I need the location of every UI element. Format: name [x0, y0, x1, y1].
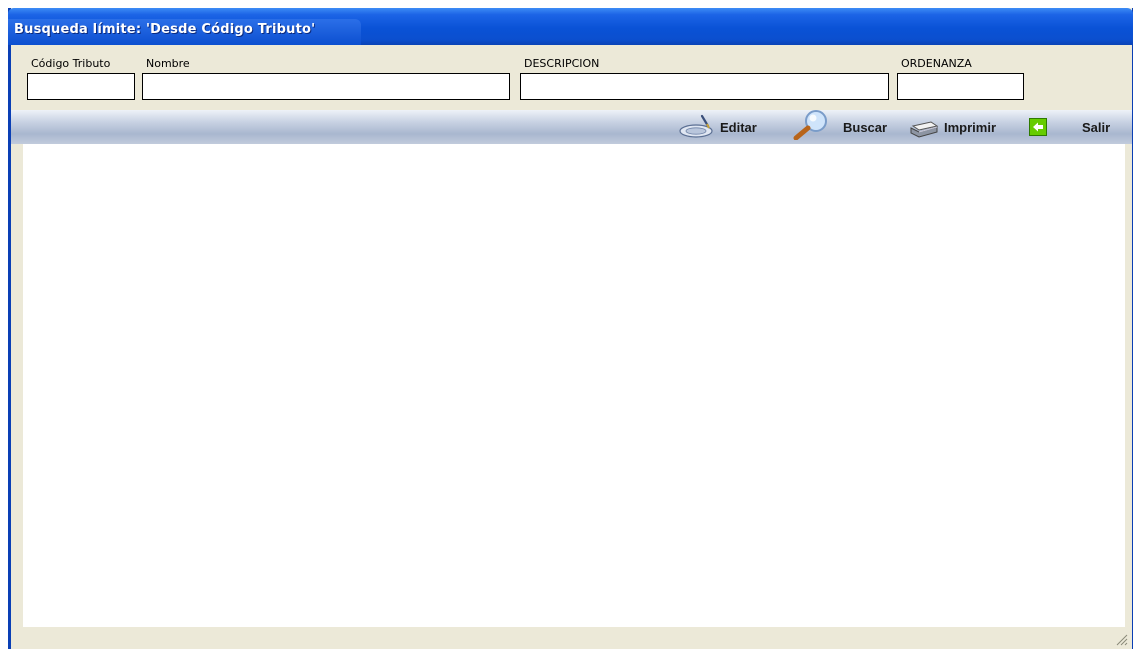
descripcion-input[interactable] [520, 73, 889, 100]
search-window: Busqueda límite: 'Desde Código Tributo' … [8, 8, 1133, 649]
ordenanza-input[interactable] [897, 73, 1024, 100]
resize-grip-icon[interactable] [1114, 631, 1128, 646]
window-title: Busqueda límite: 'Desde Código Tributo' [14, 22, 316, 37]
imprimir-button[interactable]: Imprimir [907, 114, 996, 140]
edit-pen-icon [677, 114, 717, 140]
filter-panel: Código Tributo Nombre DESCRIPCION ORDENA… [11, 45, 1132, 112]
title-bar[interactable]: Busqueda límite: 'Desde Código Tributo' [8, 8, 1133, 45]
ordenanza-label: ORDENANZA [901, 57, 972, 70]
buscar-button[interactable]: Buscar [790, 110, 888, 141]
codigo-tributo-input[interactable] [27, 73, 135, 100]
codigo-tributo-label: Código Tributo [31, 57, 111, 70]
salir-button[interactable]: Salir [1029, 114, 1110, 140]
results-area[interactable] [23, 144, 1125, 627]
buscar-label: Buscar [843, 119, 888, 135]
descripcion-label: DESCRIPCION [524, 57, 600, 70]
salir-label: Salir [1082, 119, 1111, 135]
nombre-input[interactable] [142, 73, 510, 100]
editar-label: Editar [720, 119, 757, 135]
nombre-label: Nombre [146, 57, 190, 70]
magnifier-icon [790, 110, 834, 141]
printer-icon [907, 114, 941, 140]
toolbar: Editar Buscar Imprimir Salir [11, 110, 1132, 144]
exit-arrow-icon [1029, 118, 1047, 136]
imprimir-label: Imprimir [944, 119, 997, 135]
editar-button[interactable]: Editar [677, 114, 757, 140]
